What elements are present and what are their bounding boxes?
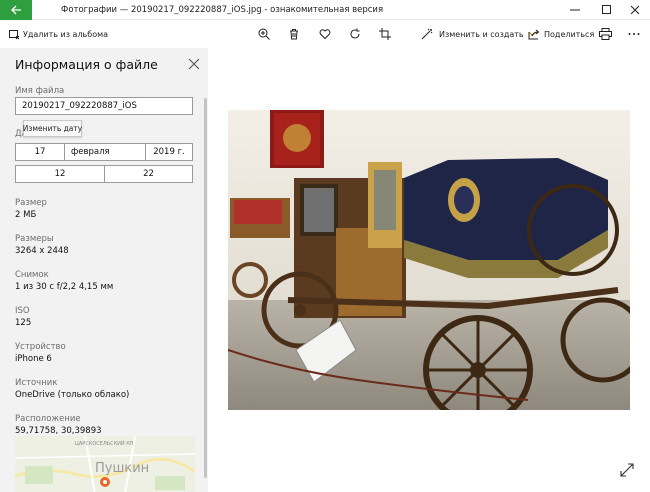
minimize-icon — [570, 9, 580, 11]
edit-create-button[interactable]: Изменить и создать — [420, 20, 536, 48]
maximize-button[interactable] — [592, 0, 622, 20]
iso-value: 125 — [15, 318, 32, 328]
back-button[interactable] — [0, 0, 32, 20]
size-label: Размер — [15, 198, 47, 208]
share-label: Поделиться — [544, 29, 595, 39]
shot-label: Снимок — [15, 270, 49, 280]
close-icon — [630, 5, 640, 15]
device-label: Устройство — [15, 342, 66, 352]
zoom-button[interactable] — [257, 20, 271, 48]
title-bar: Фотографии — 20190217_092220887_iOS.jpg … — [0, 0, 650, 20]
crop-button[interactable] — [378, 20, 392, 48]
date-year-field[interactable]: 2019 г. — [145, 143, 193, 161]
favorite-button[interactable] — [318, 20, 332, 48]
panel-scrollbar[interactable] — [204, 98, 207, 478]
fullscreen-button[interactable] — [620, 463, 634, 477]
edit-create-label: Изменить и создать — [439, 29, 524, 39]
time-hour-field[interactable]: 12 — [15, 165, 105, 183]
command-bar: Удалить из альбома Изменить и создать По… — [0, 20, 650, 48]
dimensions-label: Размеры — [15, 234, 54, 244]
iso-label: ISO — [15, 306, 30, 316]
arrow-left-icon — [10, 5, 21, 15]
share-button[interactable]: Поделиться — [527, 20, 594, 48]
rotate-button[interactable] — [348, 20, 362, 48]
time-minute-field[interactable]: 22 — [104, 165, 193, 183]
device-value: iPhone 6 — [15, 354, 52, 364]
date-month-field[interactable]: февраля — [64, 143, 146, 161]
remove-from-album-button[interactable]: Удалить из альбома — [7, 20, 108, 48]
magic-wand-icon — [420, 27, 434, 41]
change-date-tooltip: Изменить дату — [23, 120, 82, 137]
close-window-button[interactable] — [620, 0, 650, 20]
size-value: 2 МБ — [15, 210, 37, 220]
file-name-field[interactable]: 20190217_092220887_iOS — [15, 97, 193, 115]
close-panel-button[interactable] — [186, 56, 202, 72]
print-button[interactable] — [598, 20, 612, 48]
file-info-panel: Информация о файле Имя файла 20190217_09… — [0, 48, 208, 492]
remove-from-album-label: Удалить из альбома — [23, 29, 109, 39]
panel-title: Информация о файле — [15, 57, 158, 72]
trash-icon — [287, 27, 301, 41]
location-label: Расположение — [15, 414, 81, 424]
printer-icon — [598, 27, 612, 41]
source-value: OneDrive (только облако) — [15, 390, 130, 400]
photo-image — [228, 110, 630, 410]
rotate-icon — [348, 27, 362, 41]
location-value: 59,71758, 30,39893 — [15, 426, 102, 436]
delete-button[interactable] — [287, 20, 301, 48]
file-name-label: Имя файла — [15, 86, 65, 96]
source-label: Источник — [15, 378, 58, 388]
map-city-label: Пушкин — [95, 461, 150, 476]
close-icon — [188, 58, 200, 70]
zoom-in-icon — [257, 27, 271, 41]
window-title: Фотографии — 20190217_092220887_iOS.jpg … — [61, 5, 384, 15]
minimize-button[interactable] — [560, 0, 590, 20]
location-map[interactable]: ЦАРСКОСЕЛЬСКИЙ КП Пушкин — [15, 436, 195, 492]
more-dots-icon — [627, 27, 641, 41]
shot-value: 1 из 30 с f/2,2 4,15 мм — [15, 282, 114, 292]
crop-icon — [378, 27, 392, 41]
date-day-field[interactable]: 17 — [15, 143, 65, 161]
more-button[interactable] — [627, 20, 641, 48]
remove-from-album-icon — [7, 27, 21, 41]
expand-icon — [620, 463, 634, 477]
map-road-label: ЦАРСКОСЕЛЬСКИЙ КП — [75, 441, 134, 447]
share-icon — [527, 27, 541, 41]
heart-icon — [318, 27, 332, 41]
maximize-icon — [602, 5, 611, 14]
dimensions-value: 3264 x 2448 — [15, 246, 69, 256]
